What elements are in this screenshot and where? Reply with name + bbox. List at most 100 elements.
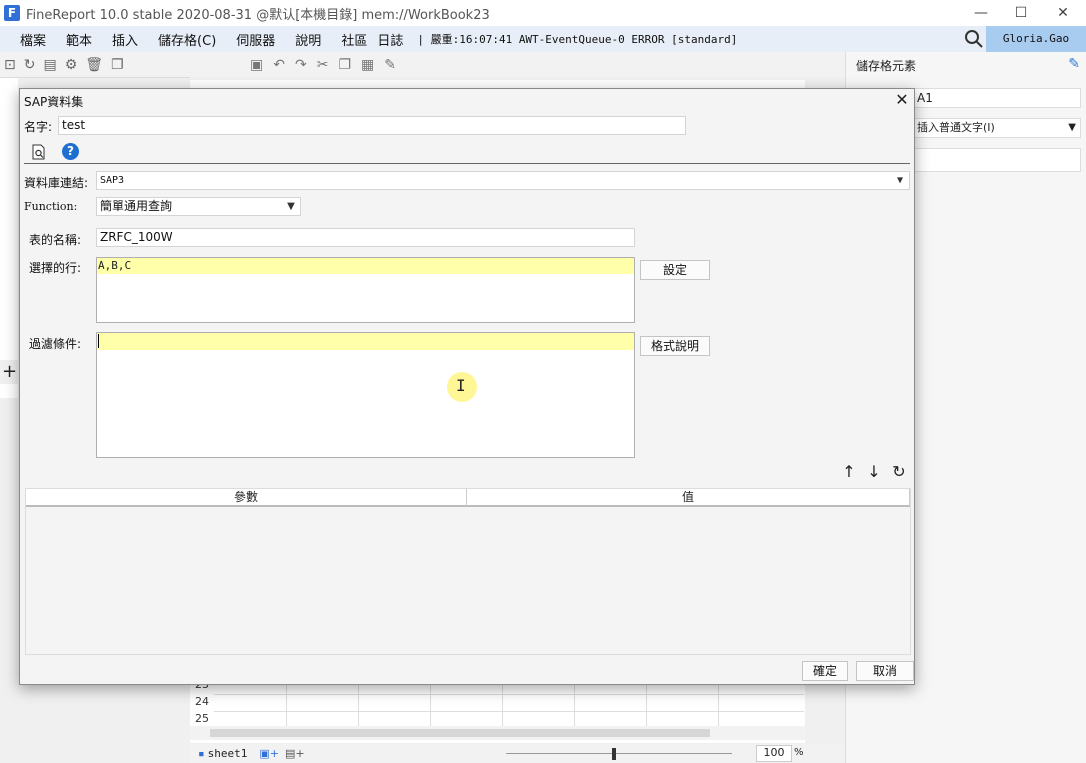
grid-line <box>502 678 503 726</box>
grid-line <box>430 678 431 726</box>
set-columns-button[interactable]: 設定 <box>640 260 710 280</box>
filter-textarea[interactable] <box>96 332 635 458</box>
left-tree-panel <box>0 78 18 398</box>
cell-content-field[interactable] <box>913 148 1081 172</box>
insert-type-select[interactable]: 插入普通文字(I) ▼ <box>913 118 1081 138</box>
cell-name-field[interactable]: A1 <box>913 88 1081 108</box>
dialog-title: SAP資料集 <box>24 95 84 109</box>
sheet-tab[interactable]: ▪ sheet1 <box>198 747 247 760</box>
grid-line <box>718 678 719 726</box>
function-value: 簡單通用查詢 <box>100 199 173 213</box>
panel-title: 儲存格元素 <box>856 59 917 73</box>
ok-button[interactable]: 確定 <box>802 661 848 681</box>
user-badge[interactable]: Gloria.Gao <box>986 26 1086 52</box>
move-up-icon[interactable]: ↑ <box>840 462 858 481</box>
selected-columns-label: 選擇的行: <box>29 261 82 275</box>
chevron-down-icon: ▼ <box>287 201 295 212</box>
move-down-icon[interactable]: ↓ <box>865 462 883 481</box>
menu-community[interactable]: 社區 <box>331 30 377 49</box>
delete-icon[interactable]: 🗑 <box>85 57 103 73</box>
name-input[interactable]: test <box>58 116 686 135</box>
menu-cell[interactable]: 儲存格(C) <box>148 30 226 49</box>
horizontal-scrollbar[interactable] <box>190 726 805 740</box>
selected-columns-value: A,B,C <box>97 258 634 274</box>
error-log-text: | 嚴重:16:07:41 AWT-EventQueue-0 ERROR [st… <box>417 33 738 46</box>
params-table[interactable]: 參數 值 <box>25 488 911 655</box>
grid-line <box>646 678 647 726</box>
params-table-header: 參數 值 <box>26 489 910 507</box>
grid-line <box>214 694 804 695</box>
zoom-slider[interactable] <box>506 753 732 754</box>
selected-columns-textarea[interactable]: A,B,C <box>96 257 635 323</box>
dialog-close-button[interactable]: ✕ <box>890 89 914 111</box>
zoom-unit: % <box>794 747 804 758</box>
menu-help[interactable]: 說明 <box>285 30 331 49</box>
zoom-slider-thumb[interactable] <box>612 748 616 760</box>
sheet-tab-label: sheet1 <box>207 747 248 760</box>
sheet-grid-bottom: 23 24 25 <box>190 678 805 740</box>
column-header-param[interactable]: 參數 <box>26 489 467 506</box>
undo-icon[interactable]: ↶ <box>273 57 285 73</box>
function-label: Function: <box>24 200 78 213</box>
menu-server[interactable]: 伺服器 <box>226 30 285 49</box>
scrollbar-thumb[interactable] <box>210 729 710 737</box>
cancel-button[interactable]: 取消 <box>856 661 914 681</box>
edit-pencil-icon[interactable]: ✎ <box>1068 56 1080 72</box>
format-painter-icon[interactable]: ✎ <box>384 57 396 73</box>
db-connection-label: 資料庫連結: <box>24 176 89 190</box>
grid-line <box>286 678 287 726</box>
menu-log[interactable]: 日誌 <box>377 30 413 49</box>
add-report-sheet-icon[interactable]: ▤+ <box>285 747 305 760</box>
grid-line <box>214 711 804 712</box>
help-icon[interactable]: ? <box>62 143 79 160</box>
filter-value <box>97 333 634 350</box>
cut-icon[interactable]: ✂ <box>317 57 329 73</box>
main-toolbar: ▣ ↶ ↷ ✂ ❐ ▦ ✎ <box>190 52 845 78</box>
db-connection-value: SAP3 <box>100 175 125 186</box>
column-header-value[interactable]: 值 <box>467 489 910 506</box>
format-help-button[interactable]: 格式說明 <box>640 336 710 356</box>
redo-icon[interactable]: ↷ <box>295 57 307 73</box>
finereport-logo-icon: F <box>4 5 20 21</box>
preview-icon[interactable] <box>31 144 47 160</box>
chevron-down-icon: ▼ <box>1068 122 1076 133</box>
row-number[interactable]: 24 <box>190 695 214 713</box>
refresh-params-icon[interactable]: ↻ <box>890 462 908 481</box>
text-caret <box>98 334 99 348</box>
table-name-label: 表的名稱: <box>29 233 82 247</box>
chevron-down-icon: ▼ <box>896 175 904 186</box>
status-bar: ▪ sheet1 ▣+ ▤+ 100 % <box>190 744 845 763</box>
edit-icon[interactable]: ▤ <box>43 57 56 73</box>
new-item-icon[interactable]: ⊡ <box>4 57 16 73</box>
add-icon[interactable]: + <box>0 360 18 384</box>
sheet-icon: ▪ <box>198 747 205 760</box>
copy-format-icon[interactable]: ❐ <box>338 57 351 73</box>
sap-dataset-dialog: SAP資料集 ✕ 名字: test ? 資料庫連結: SAP3 ▼ Functi… <box>19 88 915 685</box>
zoom-input[interactable]: 100 <box>756 745 792 762</box>
close-window-button[interactable]: ✕ <box>1040 0 1086 26</box>
menu-insert[interactable]: 插入 <box>102 30 148 49</box>
table-name-input[interactable]: ZRFC_100W <box>96 228 635 247</box>
paste-icon[interactable]: ▦ <box>361 57 374 73</box>
grid-line <box>358 678 359 726</box>
menu-bar: 檔案 範本 插入 儲存格(C) 伺服器 說明 社區 日誌 | 嚴重:16:07:… <box>0 26 1086 52</box>
text-cursor-icon: I <box>456 376 466 395</box>
left-toolbar: ⊡ ↻ ▤ ⚙ 🗑 ❐ <box>0 52 190 78</box>
db-connection-select[interactable]: SAP3 ▼ <box>96 171 910 190</box>
grid-line <box>574 678 575 726</box>
save-icon[interactable]: ▣ <box>250 57 263 73</box>
toolbar-divider <box>24 163 910 164</box>
name-label: 名字: <box>24 120 53 134</box>
function-select[interactable]: 簡單通用查詢 ▼ <box>96 197 301 216</box>
search-icon[interactable] <box>964 29 984 49</box>
copy-icon[interactable]: ❐ <box>111 57 124 73</box>
insert-type-value: 插入普通文字(I) <box>917 121 995 134</box>
window-title: FineReport 10.0 stable 2020-08-31 @默认[本機… <box>26 7 490 23</box>
filter-label: 過濾條件: <box>29 337 82 351</box>
menu-file[interactable]: 檔案 <box>0 30 56 49</box>
menu-template[interactable]: 範本 <box>56 30 102 49</box>
add-sheet-icon[interactable]: ▣+ <box>259 747 279 760</box>
refresh-icon[interactable]: ↻ <box>24 57 36 73</box>
maximize-button[interactable]: ☐ <box>998 0 1044 26</box>
settings-icon[interactable]: ⚙ <box>65 57 78 73</box>
